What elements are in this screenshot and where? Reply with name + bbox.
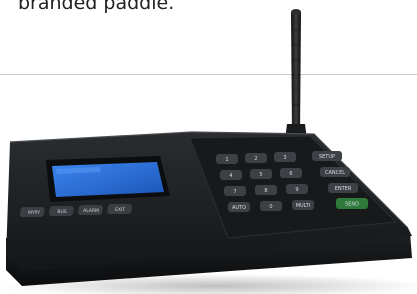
antenna — [285, 9, 307, 140]
function-key[interactable]: ALARM — [78, 205, 103, 215]
keypad-key[interactable]: 0 — [260, 201, 282, 211]
svg-text:MULTI: MULTI — [296, 203, 311, 209]
svg-text:4: 4 — [229, 173, 232, 179]
keypad-key[interactable]: 4 — [220, 170, 242, 180]
svg-text:SETUP: SETUP — [319, 154, 335, 160]
function-key[interactable]: BUS — [49, 206, 74, 216]
keypad-key[interactable]: 3 — [274, 152, 296, 162]
svg-text:8: 8 — [264, 188, 267, 194]
keypad-key[interactable]: 8 — [255, 185, 277, 195]
function-key-label: ALARM — [83, 208, 99, 214]
function-key-label: BUS — [57, 209, 66, 215]
keypad-key[interactable]: SETUP — [312, 151, 342, 161]
pager-transmitter-photo: MYPY BUS ALARM EXIT 1 2 3 SETUP 4 5 6 CA… — [0, 9, 417, 294]
keypad-key[interactable]: 5 — [250, 169, 272, 179]
svg-text:ENTER: ENTER — [335, 186, 352, 192]
keypad-key[interactable]: 1 — [216, 154, 238, 164]
svg-text:3: 3 — [283, 155, 286, 161]
keypad-key[interactable]: 6 — [280, 168, 302, 178]
keypad-key[interactable]: 2 — [245, 153, 267, 163]
keypad-key[interactable]: 9 — [286, 184, 308, 194]
keypad-key[interactable]: 7 — [224, 186, 246, 196]
keypad-key[interactable]: AUTO — [228, 202, 250, 212]
svg-text:6: 6 — [289, 171, 292, 177]
svg-text:SEND: SEND — [345, 202, 359, 208]
function-key-label: EXIT — [115, 207, 125, 213]
svg-text:5: 5 — [259, 172, 262, 178]
svg-text:CANCEL: CANCEL — [325, 170, 345, 176]
lcd-screen — [46, 156, 170, 202]
send-key[interactable]: SEND — [336, 198, 368, 209]
svg-text:9: 9 — [295, 187, 298, 193]
keypad-key[interactable]: ENTER — [328, 183, 358, 193]
function-key[interactable]: EXIT — [107, 204, 132, 214]
svg-text:1: 1 — [225, 157, 228, 163]
keypad-key[interactable]: MULTI — [292, 200, 314, 210]
function-key[interactable]: MYPY — [19, 207, 45, 217]
keypad-key[interactable]: CANCEL — [320, 167, 350, 177]
function-key-label: MYPY — [28, 210, 40, 216]
svg-text:AUTO: AUTO — [232, 205, 246, 211]
svg-text:0: 0 — [269, 204, 272, 210]
svg-text:2: 2 — [254, 156, 257, 162]
svg-text:7: 7 — [233, 189, 236, 195]
